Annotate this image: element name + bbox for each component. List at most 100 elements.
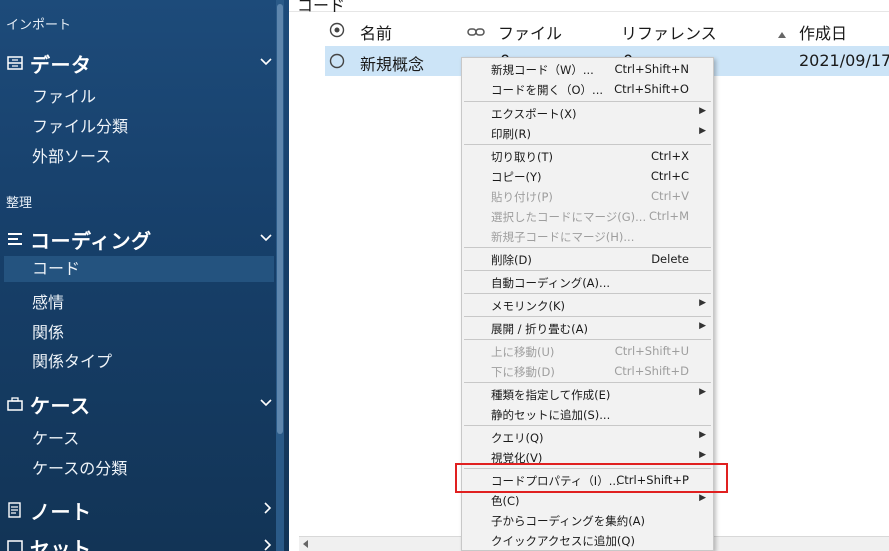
menu-separator [464,425,711,426]
menu-item-shortcut: Ctrl+Shift+D [614,364,689,378]
menu-item-cut[interactable]: 切り取り(T) Ctrl+X [462,146,713,166]
menu-item-export[interactable]: エクスポート(X) ▶ [462,103,713,123]
menu-item-color[interactable]: 色(C) ▶ [462,490,713,510]
sidebar-scrollbar-thumb[interactable] [277,4,283,434]
menu-item-label: 色(C) [491,494,520,508]
menu-item-label: 下に移動(D) [491,365,555,379]
menu-separator [464,144,711,145]
note-icon [6,501,24,519]
data-icon [6,54,24,72]
column-header-file[interactable]: ファイル [498,20,562,44]
sidebar-item-external-sources[interactable]: 外部ソース [32,143,111,167]
menu-item-expand-collapse[interactable]: 展開 / 折り畳む(A) ▶ [462,318,713,338]
menu-item-shortcut: Ctrl+M [648,209,689,223]
menu-item-label: 展開 / 折り畳む(A) [491,322,589,336]
menu-item-label: メモリンク(K) [491,299,566,313]
scroll-left-icon[interactable] [303,540,309,548]
submenu-arrow-icon: ▶ [699,126,706,136]
menu-item-label: 新規コード（W）... [491,63,594,77]
table-header: 名前 ファイル リファレンス 作成日 [325,18,889,44]
sidebar-item-case-classification[interactable]: ケースの分類 [32,455,127,479]
menu-item-label: クイックアクセスに追加(Q) [491,534,635,548]
menu-item-move-up[interactable]: 上に移動(U) Ctrl+Shift+U [462,341,713,361]
submenu-arrow-icon: ▶ [699,450,706,460]
menu-item-add-to-static-set[interactable]: 静的セットに追加(S)... [462,404,713,424]
menu-item-move-down[interactable]: 下に移動(D) Ctrl+Shift+D [462,361,713,381]
data-group-header[interactable]: データ [6,48,276,78]
note-group-header[interactable]: ノート [6,495,276,525]
menu-item-add-to-quick-access[interactable]: クイックアクセスに追加(Q) [462,530,713,550]
status-column-icon[interactable] [329,22,345,42]
row-name: 新規概念 [360,55,425,74]
menu-item-label: 選択したコードにマージ(G)... [491,210,647,224]
menu-separator [464,339,711,340]
chevron-right-icon[interactable] [264,539,272,551]
note-group-label: ノート [30,499,92,524]
sidebar-navigation: インポート データ ファイル ファイル分類 外部ソース 整理 コーディング コー… [0,0,289,551]
menu-item-label: 新規子コードにマージ(H)... [491,230,635,244]
menu-item-merge-into-selected[interactable]: 選択したコードにマージ(G)... Ctrl+M [462,206,713,226]
menu-item-label: コピー(Y) [491,170,542,184]
menu-item-shortcut: Ctrl+Shift+U [614,344,689,358]
menu-item-merge-into-new-child[interactable]: 新規子コードにマージ(H)... [462,226,713,246]
sidebar-item-relationships[interactable]: 関係 [32,319,64,343]
chevron-down-icon[interactable] [260,55,272,69]
sidebar-item-file-classification[interactable]: ファイル分類 [32,113,128,137]
set-group-header[interactable]: セット [6,532,276,551]
menu-item-print[interactable]: 印刷(R) ▶ [462,123,713,143]
chevron-down-icon[interactable] [260,396,272,410]
sidebar-item-codes[interactable]: コード [4,256,274,282]
chevron-down-icon[interactable] [260,231,272,245]
coding-group-label: コーディング [30,228,152,253]
sidebar-item-files[interactable]: ファイル [32,83,96,107]
menu-item-delete[interactable]: 削除(D) Delete [462,249,713,269]
chevron-right-icon[interactable] [264,502,272,517]
menu-item-open-code[interactable]: コードを開く（O）... Ctrl+Shift+O [462,79,713,99]
column-header-reference[interactable]: リファレンス [621,20,717,44]
menu-item-create-as[interactable]: 種類を指定して作成(E) ▶ [462,384,713,404]
menu-separator [464,101,711,102]
import-section-label[interactable]: インポート [6,14,71,33]
sidebar-item-sentiment[interactable]: 感情 [32,289,64,313]
sidebar-item-cases[interactable]: ケース [32,425,79,449]
menu-item-shortcut: Ctrl+V [651,189,689,203]
menu-item-aggregate-coding[interactable]: 子からコーディングを集約(A) [462,510,713,530]
sort-ascending-icon[interactable] [777,24,787,43]
sidebar-item-relationship-types[interactable]: 関係タイプ [32,348,112,372]
column-header-created[interactable]: 作成日 [799,20,847,44]
menu-separator [464,247,711,248]
menu-item-memo-link[interactable]: メモリンク(K) ▶ [462,295,713,315]
column-header-name[interactable]: 名前 [360,20,392,44]
coding-group-header[interactable]: コーディング [6,224,276,254]
menu-item-auto-code[interactable]: 自動コーディング(A)... [462,272,713,292]
menu-item-query[interactable]: クエリ(Q) ▶ [462,427,713,447]
page-title: コード [297,0,346,15]
menu-item-label: 静的セットに追加(S)... [491,408,611,422]
submenu-arrow-icon: ▶ [699,430,706,440]
menu-item-shortcut: Ctrl+C [650,169,689,183]
submenu-arrow-icon: ▶ [699,106,706,116]
menu-item-shortcut: Ctrl+Shift+N [614,62,689,76]
menu-item-paste[interactable]: 貼り付け(P) Ctrl+V [462,186,713,206]
menu-item-shortcut: Ctrl+X [651,149,689,163]
menu-item-new-code[interactable]: 新規コード（W）... Ctrl+Shift+N [462,59,713,79]
submenu-arrow-icon: ▶ [699,493,706,503]
menu-item-label: 子からコーディングを集約(A) [491,514,646,528]
case-group-header[interactable]: ケース [6,389,276,419]
menu-item-label: コードを開く（O）... [491,83,604,97]
set-group-label: セット [30,536,92,551]
menu-item-shortcut: Ctrl+Shift+O [614,82,689,96]
radio-icon[interactable] [329,53,345,73]
submenu-arrow-icon: ▶ [699,387,706,397]
submenu-arrow-icon: ▶ [699,298,706,308]
menu-item-copy[interactable]: コピー(Y) Ctrl+C [462,166,713,186]
coding-icon [6,230,24,248]
set-icon [6,538,24,551]
menu-item-shortcut: Delete [651,252,689,266]
sidebar-scrollbar[interactable] [276,0,284,551]
highlight-box [455,463,728,493]
menu-item-label: 切り取り(T) [491,150,553,164]
link-icon [467,23,485,42]
organize-section-label: 整理 [6,196,33,211]
menu-item-label: 自動コーディング(A)... [491,276,611,290]
